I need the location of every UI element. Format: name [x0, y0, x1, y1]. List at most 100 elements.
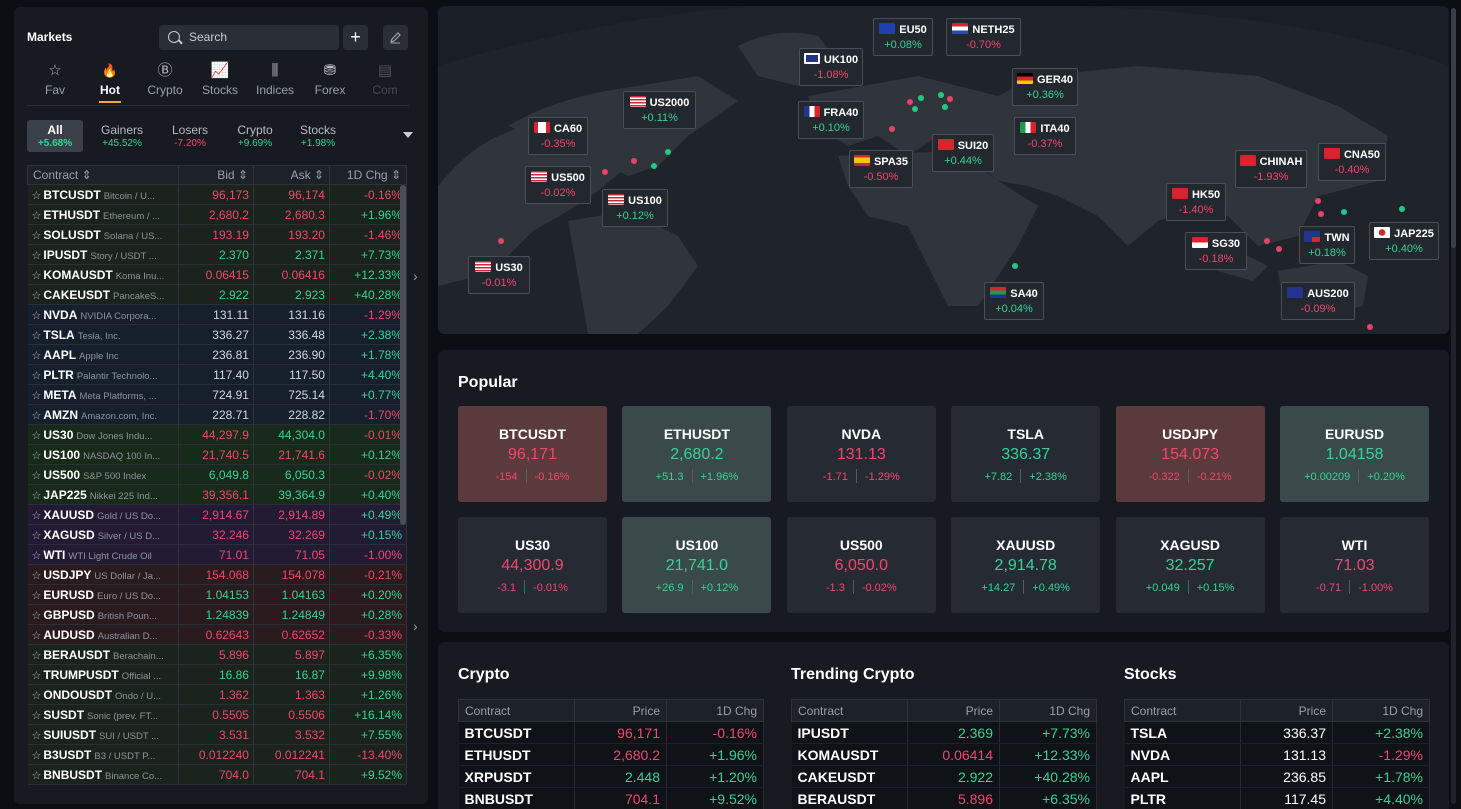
map-label-ita40[interactable]: ITA40 -0.37% [1014, 117, 1076, 155]
star-icon[interactable]: ☆ [32, 550, 42, 562]
tab-stocks[interactable]: 📈 Stocks [192, 61, 248, 97]
table-row[interactable]: TSLA 336.37 +2.38% [1124, 721, 1430, 744]
add-button[interactable]: + [343, 25, 368, 50]
table-row[interactable]: ☆ AMZN Amazon.com, Inc. 228.71 228.82 -1.70% [27, 404, 408, 425]
table-row[interactable]: ☆ NVDA NVIDIA Corpora... 131.11 131.16 -1.29% [27, 304, 408, 325]
map-label-cna50[interactable]: CNA50 -0.40% [1318, 143, 1386, 181]
popular-card-xagusd[interactable]: XAGUSD 32.257 +0.049 +0.15% [1115, 517, 1265, 613]
table-row[interactable]: ☆ B3USDT B3 / USDT P... 0.012240 0.012241 -13… [27, 744, 408, 765]
map-label-us30[interactable]: US30 -0.01% [468, 256, 530, 294]
table-row[interactable]: IPUSDT 2.369 +7.73% [791, 721, 1097, 744]
table-row[interactable]: ☆ XAGUSD Silver / US D... 32.246 32.269 +0.15… [27, 524, 408, 545]
page-scrollbar-thumb[interactable] [1451, 8, 1456, 248]
table-row[interactable]: ☆ PLTR Palantir Technolo... 117.40 117.50 +4.… [27, 364, 408, 385]
table-row[interactable]: ☆ USDJPY US Dollar / Ja... 154.068 154.078 -0… [27, 564, 408, 585]
table-row[interactable]: ☆ SUSDT Sonic (prev. FT... 0.5505 0.5506 +16.… [27, 704, 408, 725]
star-icon[interactable]: ☆ [32, 690, 42, 702]
star-icon[interactable]: ☆ [32, 750, 42, 762]
column-header-1d-chg[interactable]: 1D Chg [666, 699, 764, 722]
map-label-sg30[interactable]: SG30 -0.18% [1185, 232, 1247, 270]
map-label-ger40[interactable]: GER40 +0.36% [1012, 68, 1078, 106]
table-row[interactable]: ETHUSDT 2,680.2 +1.96% [458, 743, 764, 766]
table-row[interactable]: KOMAUSDT 0.06414 +12.33% [791, 743, 1097, 766]
column-header-contract[interactable]: Contract [791, 699, 908, 722]
filter-gainers[interactable]: Gainers +45.52% [87, 120, 157, 152]
column-header-1d-chg[interactable]: 1D Chg [999, 699, 1097, 722]
star-icon[interactable]: ☆ [32, 730, 42, 742]
table-row[interactable]: ☆ ONDOUSDT Ondo / U... 1.362 1.363 +1.26% [27, 684, 408, 705]
column-header-price[interactable]: Price [574, 699, 667, 722]
table-row[interactable]: ☆ TRUMPUSDT Official ... 16.86 16.87 +9.98% [27, 664, 408, 685]
table-row[interactable]: ☆ IPUSDT Story / USDT ... 2.370 2.371 +7.73% [27, 244, 408, 265]
column-header-contract[interactable]: Contract [458, 699, 575, 722]
map-label-us500[interactable]: US500 -0.02% [525, 166, 591, 204]
tab-com[interactable]: ▤ Com [357, 61, 409, 97]
chevron-right-icon[interactable]: › [413, 618, 418, 634]
star-icon[interactable]: ☆ [32, 390, 42, 402]
table-scrollbar[interactable] [400, 185, 406, 525]
table-row[interactable]: ☆ BTCUSDT Bitcoin / U... 96,173 96,174 -0.16% [27, 184, 408, 205]
popular-card-us30[interactable]: US30 44,300.9 -3.1 -0.01% [458, 517, 607, 613]
popular-card-nvda[interactable]: NVDA 131.13 -1.71 -1.29% [786, 406, 936, 502]
table-row[interactable]: ☆ SOLUSDT Solana / US... 193.19 193.20 -1.46% [27, 224, 408, 245]
table-row[interactable]: ☆ ETHUSDT Ethereum / ... 2,680.2 2,680.3 +1.9… [27, 204, 408, 225]
tab-crypto[interactable]: Ⓑ Crypto [137, 61, 193, 97]
table-row[interactable]: AAPL 236.85 +1.78% [1124, 765, 1430, 788]
table-row[interactable]: ☆ GBPUSD British Poun... 1.24839 1.24849 +0.2… [27, 604, 408, 625]
star-icon[interactable]: ☆ [32, 650, 42, 662]
edit-button[interactable] [383, 25, 408, 50]
star-icon[interactable]: ☆ [32, 490, 42, 502]
table-row[interactable]: PLTR 117.45 +4.40% [1124, 787, 1430, 809]
map-label-twn[interactable]: TWN +0.18% [1299, 226, 1355, 264]
star-icon[interactable]: ☆ [32, 410, 42, 422]
filter-stocks[interactable]: Stocks +1.98% [287, 120, 349, 152]
map-label-us2000[interactable]: US2000 +0.11% [623, 91, 696, 129]
star-icon[interactable]: ☆ [32, 330, 42, 342]
map-label-fra40[interactable]: FRA40 +0.10% [798, 101, 864, 139]
star-icon[interactable]: ☆ [32, 510, 42, 522]
star-icon[interactable]: ☆ [32, 770, 42, 782]
star-icon[interactable]: ☆ [32, 210, 42, 222]
table-row[interactable]: ☆ EURUSD Euro / US Do... 1.04153 1.04163 +0.2… [27, 584, 408, 605]
star-icon[interactable]: ☆ [32, 270, 42, 282]
table-row[interactable]: ☆ AUDUSD Australian D... 0.62643 0.62652 -0.3… [27, 624, 408, 645]
map-label-jap225[interactable]: JAP225 +0.40% [1369, 222, 1439, 260]
table-row[interactable]: XRPUSDT 2.448 +1.20% [458, 765, 764, 788]
map-label-us100[interactable]: US100 +0.12% [602, 189, 668, 227]
map-label-hk50[interactable]: HK50 -1.40% [1166, 183, 1226, 221]
popular-card-btcusdt[interactable]: BTCUSDT 96,171 -154 -0.16% [458, 406, 607, 502]
popular-card-tsla[interactable]: TSLA 336.37 +7.82 +2.38% [951, 406, 1101, 502]
star-icon[interactable]: ☆ [32, 190, 42, 202]
map-label-sui20[interactable]: SUI20 +0.44% [932, 134, 994, 172]
popular-card-xauusd[interactable]: XAUUSD 2,914.78 +14.27 +0.49% [951, 517, 1101, 613]
popular-card-usdjpy[interactable]: USDJPY 154.073 -0.322 -0.21% [1115, 406, 1265, 502]
star-icon[interactable]: ☆ [32, 610, 42, 622]
table-row[interactable]: ☆ CAKEUSDT PancakeS... 2.922 2.923 +40.28% [27, 284, 408, 305]
column-header-price[interactable]: Price [907, 699, 1000, 722]
star-icon[interactable]: ☆ [32, 430, 42, 442]
column-header-price[interactable]: Price [1240, 699, 1333, 722]
tab-forex[interactable]: ⛃ Forex [302, 61, 358, 97]
map-label-sa40[interactable]: SA40 +0.04% [984, 282, 1044, 320]
table-row[interactable]: ☆ TSLA Tesla, Inc. 336.27 336.48 +2.38% [27, 324, 408, 345]
table-row[interactable]: BERAUSDT 5.896 +6.35% [791, 787, 1097, 809]
star-icon[interactable]: ☆ [32, 450, 42, 462]
table-row[interactable]: ☆ KOMAUSDT Koma Inu... 0.06415 0.06416 +12.33… [27, 264, 408, 285]
tab-indices[interactable]: ⫼ Indices [247, 61, 303, 97]
table-row[interactable]: ☆ US500 S&P 500 Index 6,049.8 6,050.3 -0.02% [27, 464, 408, 485]
star-icon[interactable]: ☆ [32, 530, 42, 542]
table-row[interactable]: ☆ BNBUSDT Binance Co... 704.0 704.1 +9.52% [27, 764, 408, 785]
table-row[interactable]: BTCUSDT 96,171 -0.16% [458, 721, 764, 744]
star-icon[interactable]: ☆ [32, 250, 42, 262]
column-header-1d-chg[interactable]: 1D Chg [1332, 699, 1430, 722]
table-row[interactable]: ☆ US100 NASDAQ 100 In... 21,740.5 21,741.6 +0… [27, 444, 408, 465]
column-header-bid[interactable]: Bid ⇕ [177, 165, 254, 185]
star-icon[interactable]: ☆ [32, 570, 42, 582]
table-row[interactable]: ☆ JAP225 Nikkei 225 Ind... 39,356.1 39,364.9… [27, 484, 408, 505]
popular-card-us500[interactable]: US500 6,050.0 -1.3 -0.02% [786, 517, 936, 613]
table-row[interactable]: NVDA 131.13 -1.29% [1124, 743, 1430, 766]
column-header-ask[interactable]: Ask ⇕ [252, 165, 330, 185]
map-label-eu50[interactable]: EU50 +0.08% [873, 18, 933, 56]
table-row[interactable]: ☆ META Meta Platforms, ... 724.91 725.14 +0.7… [27, 384, 408, 405]
map-label-spa35[interactable]: SPA35 -0.50% [849, 150, 913, 188]
